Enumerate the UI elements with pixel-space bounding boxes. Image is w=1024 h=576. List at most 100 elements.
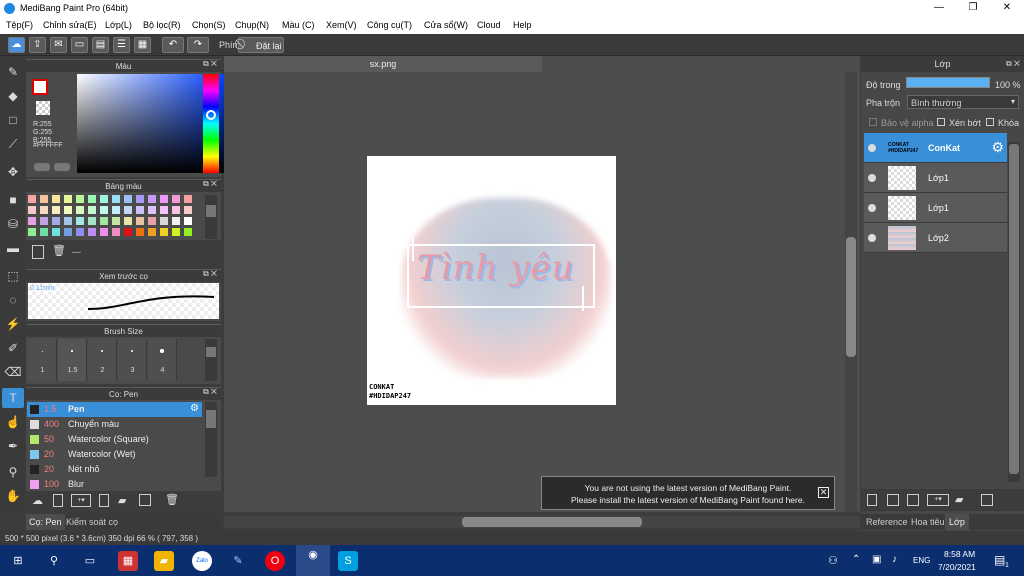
people-icon[interactable]: ⚇ <box>828 554 838 567</box>
palette-swatch[interactable] <box>124 217 132 225</box>
palette-swatch[interactable] <box>64 228 72 236</box>
visibility-eye-icon[interactable] <box>868 204 876 212</box>
file-explorer-icon[interactable]: ▰ <box>154 551 174 571</box>
eraser-tool-icon[interactable]: ◆ <box>2 86 24 106</box>
palette-swatch[interactable] <box>172 195 180 203</box>
palette-swatch[interactable] <box>136 217 144 225</box>
line-tool-icon[interactable]: ⟋ <box>2 134 24 154</box>
palette-scrollbar[interactable] <box>205 195 217 239</box>
panel-controls-icon[interactable]: ⧉ ✕ <box>1006 59 1020 69</box>
palette-swatch[interactable] <box>88 195 96 203</box>
list-icon[interactable]: ☰ <box>113 37 130 53</box>
palette-swatch[interactable] <box>184 195 192 203</box>
palette-swatch[interactable] <box>88 217 96 225</box>
select-eraser-icon[interactable]: ⌫ <box>2 362 24 382</box>
notice-close-icon[interactable]: ✕ <box>818 487 829 498</box>
gradient-tool-icon[interactable]: ▬ <box>2 238 24 258</box>
palette-swatch[interactable] <box>172 206 180 214</box>
palette-swatch[interactable] <box>28 228 36 236</box>
maximize-button[interactable]: ❐ <box>956 0 990 17</box>
palette-swatch[interactable] <box>124 228 132 236</box>
palette-swatch[interactable] <box>40 228 48 236</box>
clip-checkbox[interactable] <box>937 118 945 126</box>
brush-list-item[interactable]: 20 Watercolor (Wet) <box>27 447 202 462</box>
palette-swatch[interactable] <box>160 195 168 203</box>
tab-brush-control[interactable]: Kiểm soát cọ <box>66 517 118 527</box>
palette-swatch[interactable] <box>148 195 156 203</box>
select-pen-icon[interactable]: ✐ <box>2 338 24 358</box>
palette-swatch[interactable] <box>184 217 192 225</box>
new-layer-icon[interactable] <box>867 494 877 506</box>
horizontal-scroll-thumb[interactable] <box>462 517 642 527</box>
menu-color[interactable]: Màu (C) <box>282 20 315 30</box>
blend-mode-select[interactable]: Bình thường ▾ <box>907 95 1019 109</box>
palette-swatch[interactable] <box>88 206 96 214</box>
task-view-icon[interactable]: ▭ <box>80 551 100 571</box>
panel-controls-icon[interactable]: ⧉ ✕ <box>203 269 217 279</box>
brush-size-list[interactable]: 1 1.5 2 3 4 <box>28 339 203 381</box>
chrome-icon[interactable]: ◉ <box>296 545 330 576</box>
fill-rect-tool-icon[interactable]: ■ <box>2 190 24 210</box>
minimize-button[interactable]: — <box>922 0 956 17</box>
secondary-color-swatch[interactable] <box>36 101 50 115</box>
layer-row[interactable]: Lớp2 <box>864 223 1007 253</box>
trash-icon[interactable]: 🗑 <box>52 244 66 257</box>
hue-slider-handle[interactable] <box>206 110 216 120</box>
vertical-scrollbar[interactable] <box>845 72 857 512</box>
color-mode-button[interactable] <box>34 163 50 171</box>
palette-swatch[interactable] <box>28 195 36 203</box>
menu-file[interactable]: Tệp(F) <box>6 20 33 30</box>
horizontal-scrollbar[interactable] <box>224 516 860 528</box>
primary-color-swatch[interactable] <box>32 79 48 95</box>
palette-swatch[interactable] <box>28 206 36 214</box>
volume-icon[interactable]: ♪ <box>892 554 897 565</box>
chevron-up-icon[interactable]: ⌃ <box>852 554 860 565</box>
duplicate-layer-icon[interactable] <box>981 494 993 506</box>
dropper-tool-icon[interactable]: ✒ <box>2 436 24 456</box>
menu-select[interactable]: Chọn(S) <box>192 20 226 30</box>
lasso-tool-icon[interactable]: ◌ <box>2 290 24 310</box>
palette-swatch[interactable] <box>136 228 144 236</box>
brush-size-cell[interactable]: 1 <box>28 339 57 381</box>
palette-swatch[interactable] <box>136 195 144 203</box>
menu-edit[interactable]: Chỉnh sửa(E) <box>43 20 97 30</box>
palette-swatch[interactable] <box>112 206 120 214</box>
reset-button[interactable]: ⃠ Đặt lại <box>238 37 284 53</box>
add-layer-dropdown-icon[interactable]: +▾ <box>927 494 949 506</box>
tab-brush[interactable]: Cọ: Pen <box>26 514 65 530</box>
visibility-eye-icon[interactable] <box>868 234 876 242</box>
undo-icon[interactable]: ↶ <box>162 37 184 53</box>
palette-swatch[interactable] <box>148 206 156 214</box>
menu-cloud[interactable]: Cloud <box>477 20 501 30</box>
add-brush-dropdown-icon[interactable]: +▾ <box>71 494 91 507</box>
palette-swatch[interactable] <box>52 206 60 214</box>
brush-size-cell[interactable]: 4 <box>148 339 177 381</box>
cloud-icon[interactable]: ☁ <box>8 37 25 53</box>
brush-list-scrollbar[interactable] <box>205 402 217 477</box>
network-icon[interactable]: ▣ <box>872 554 881 565</box>
document-canvas[interactable]: Tình yêu CONKAT #HDIDAP247 <box>367 156 616 405</box>
brush-settings-icon[interactable] <box>99 494 109 507</box>
new-brush-icon[interactable] <box>53 494 63 507</box>
new-raster-layer-icon[interactable] <box>887 494 899 506</box>
menu-help[interactable]: Help <box>513 20 532 30</box>
new-halftone-layer-icon[interactable] <box>907 494 919 506</box>
panel-controls-icon[interactable]: ⧉ ✕ <box>203 179 217 189</box>
paint-icon[interactable]: ✎ <box>228 551 248 571</box>
palette-swatch[interactable] <box>64 217 72 225</box>
layer-settings-gear-icon[interactable]: ⚙ <box>991 139 1004 156</box>
layer-folder-icon[interactable]: ▰ <box>955 493 963 506</box>
palette-swatch[interactable] <box>160 228 168 236</box>
palette-swatch[interactable] <box>112 195 120 203</box>
palette-swatch[interactable] <box>52 217 60 225</box>
text-tool-icon[interactable]: T <box>2 388 24 408</box>
palette-grid[interactable] <box>28 195 200 239</box>
folder-icon[interactable]: ▰ <box>118 494 126 507</box>
vertical-scroll-thumb[interactable] <box>846 237 856 357</box>
palette-swatch[interactable] <box>100 206 108 214</box>
search-icon[interactable]: ⚲ <box>44 551 64 571</box>
document-icon[interactable]: ▤ <box>92 37 109 53</box>
color-mode-button-2[interactable] <box>54 163 70 171</box>
grid-icon[interactable]: ▦ <box>134 37 151 53</box>
palette-swatch[interactable] <box>184 206 192 214</box>
